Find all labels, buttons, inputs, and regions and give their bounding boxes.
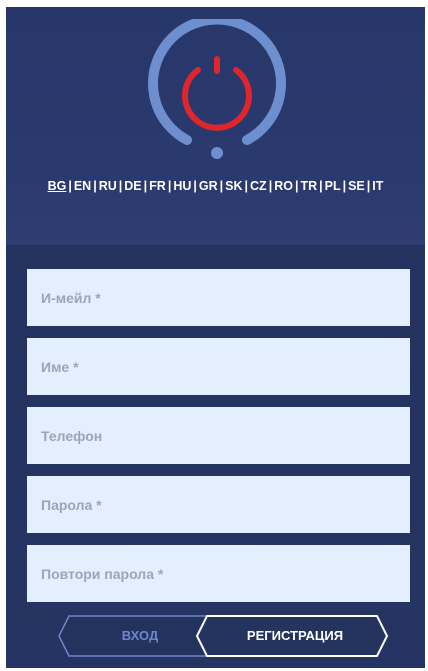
lang-tr[interactable]: TR [300, 179, 317, 193]
email-field[interactable] [27, 269, 410, 326]
lang-de[interactable]: DE [124, 179, 141, 193]
header-panel: BG | EN | RU | DE | FR | HU | GR | SK | CZ | RO | TR | PL | SE | I… [6, 7, 425, 245]
lang-ro[interactable]: RO [274, 179, 293, 193]
lang-en[interactable]: EN [74, 179, 91, 193]
registration-screen: BG | EN | RU | DE | FR | HU | GR | SK | CZ | RO | TR | PL | SE | I… [6, 7, 425, 668]
lang-sk[interactable]: SK [225, 179, 242, 193]
power-icon [148, 19, 286, 159]
tab-login[interactable]: ВХОД [65, 614, 215, 658]
name-field[interactable] [27, 338, 410, 395]
language-selector: BG | EN | RU | DE | FR | HU | GR | SK | CZ | RO | TR | PL | SE | I… [47, 179, 384, 193]
lang-cz[interactable]: CZ [250, 179, 267, 193]
lang-se[interactable]: SE [348, 179, 365, 193]
repeat-password-field[interactable] [27, 545, 410, 602]
phone-field[interactable] [27, 407, 410, 464]
lang-it[interactable]: IT [372, 179, 383, 193]
lang-hu[interactable]: HU [173, 179, 191, 193]
auth-tabs: ВХОД РЕГИСТРАЦИЯ [55, 614, 391, 658]
tab-register[interactable]: РЕГИСТРАЦИЯ [205, 614, 385, 658]
lang-pl[interactable]: PL [325, 179, 341, 193]
registration-form [27, 269, 411, 614]
lang-fr[interactable]: FR [149, 179, 166, 193]
lang-bg[interactable]: BG [48, 179, 67, 193]
lang-gr[interactable]: GR [199, 179, 218, 193]
password-field[interactable] [27, 476, 410, 533]
lang-ru[interactable]: RU [99, 179, 117, 193]
